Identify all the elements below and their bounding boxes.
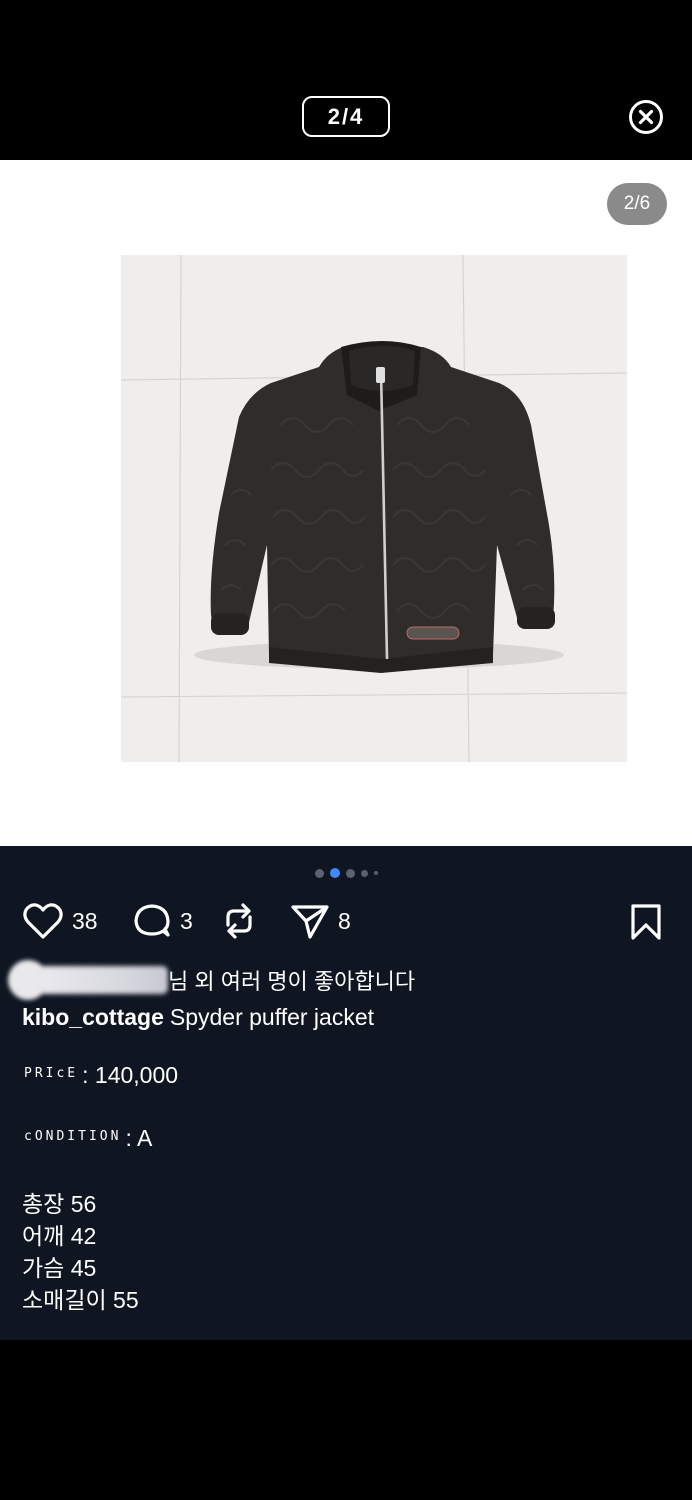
- bottom-backdrop: [0, 1340, 692, 1500]
- carousel-dot: [360, 869, 368, 877]
- post-caption: kibo_cottage Spyder puffer jacket: [22, 1004, 374, 1031]
- comment-button[interactable]: 3: [132, 898, 193, 944]
- action-bar: 38 3 8: [22, 898, 672, 944]
- send-icon: [291, 905, 329, 939]
- liked-by-row[interactable]: 님 외 여러 명이 좋아합니다: [8, 960, 415, 1000]
- carousel-dot: [373, 871, 378, 875]
- measurement-sleeve: 소매길이 55: [22, 1287, 139, 1313]
- post-details-panel: 38 3 8 님 외 여러 명이 좋아합니다 kibo_cottage Spyd…: [0, 846, 692, 1340]
- viewer-topbar: 2/4: [0, 0, 692, 160]
- product-photo[interactable]: [121, 255, 627, 762]
- post-counter: 2/4: [302, 96, 390, 137]
- bookmark-button[interactable]: [630, 904, 662, 945]
- condition-value: : A: [125, 1125, 153, 1151]
- share-count: 8: [338, 907, 351, 934]
- close-button[interactable]: [628, 99, 664, 135]
- condition-label: cONDITION: [24, 1129, 122, 1144]
- like-count: 38: [72, 907, 98, 934]
- close-circle-icon: [629, 100, 663, 134]
- measurement-shoulder: 어깨 42: [22, 1223, 97, 1249]
- carousel-indicator: [0, 867, 692, 879]
- price-label: PRIcE: [24, 1066, 79, 1081]
- comment-icon: [134, 904, 170, 937]
- caption-text: Spyder puffer jacket: [169, 1004, 375, 1030]
- carousel-dot: [314, 868, 324, 878]
- caption-username[interactable]: kibo_cottage: [22, 1004, 164, 1030]
- carousel-dot-active: [329, 868, 340, 878]
- price-value: : 140,000: [82, 1062, 179, 1088]
- liker-name-redacted: [40, 966, 168, 994]
- post-image-area[interactable]: 2/6: [0, 160, 692, 846]
- repost-icon: [226, 903, 252, 939]
- share-button[interactable]: 8: [290, 898, 351, 944]
- carousel-dot: [345, 868, 355, 878]
- repost-button[interactable]: [220, 898, 258, 944]
- measurements-list: 총장 56 어깨 42 가슴 45 소매길이 55: [22, 1188, 139, 1316]
- measurement-length: 총장 56: [22, 1191, 97, 1217]
- comment-count: 3: [180, 907, 193, 934]
- image-index-badge: 2/6: [607, 183, 667, 225]
- like-button[interactable]: 38: [22, 898, 98, 944]
- bookmark-icon: [631, 904, 661, 940]
- heart-icon: [23, 903, 63, 939]
- price-line: PRIcE : 140,000: [24, 1062, 178, 1089]
- measurement-chest: 가슴 45: [22, 1255, 97, 1281]
- jacket-image: [121, 255, 627, 762]
- liked-by-text: 님 외 여러 명이 좋아합니다: [168, 969, 416, 994]
- condition-line: cONDITION : A: [24, 1125, 152, 1152]
